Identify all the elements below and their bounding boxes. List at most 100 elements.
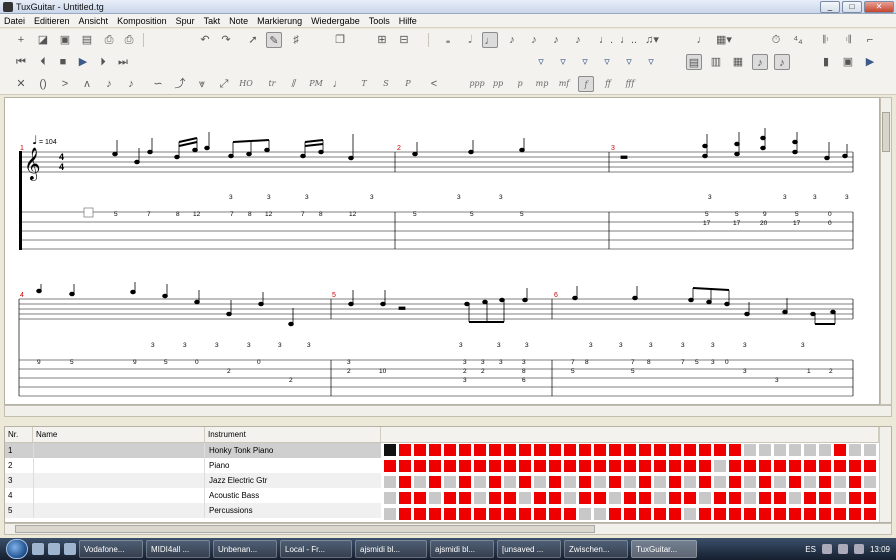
menu-ansicht[interactable]: Ansicht	[79, 16, 109, 26]
measure-cell[interactable]	[548, 491, 562, 505]
alternative-ending-icon[interactable]: ⌐	[862, 32, 878, 48]
velocity-f-icon[interactable]: ▿	[643, 54, 659, 70]
measure-cell[interactable]	[743, 475, 757, 489]
measure-cell[interactable]	[578, 443, 592, 457]
grace-note-icon[interactable]: ♪	[123, 76, 139, 92]
measure-cell[interactable]	[713, 491, 727, 505]
quick-launch-icon[interactable]	[48, 543, 60, 555]
measure-cell[interactable]	[743, 459, 757, 473]
measure-cell[interactable]	[728, 507, 742, 521]
measure-cell[interactable]	[863, 475, 877, 489]
measure-cell[interactable]	[443, 459, 457, 473]
measure-cell[interactable]	[848, 475, 862, 489]
dynamic-pp-button[interactable]: pp	[490, 76, 506, 92]
measure-cell[interactable]	[803, 443, 817, 457]
measure-cell[interactable]	[818, 443, 832, 457]
measure-cell[interactable]	[593, 475, 607, 489]
measure-cell[interactable]	[398, 459, 412, 473]
dynamic-p-button[interactable]: p	[512, 76, 528, 92]
measure-cell[interactable]	[623, 459, 637, 473]
measure-cell[interactable]	[788, 491, 802, 505]
measure-cell[interactable]	[863, 491, 877, 505]
harmonic-icon[interactable]: ♪	[101, 76, 117, 92]
measure-cell[interactable]	[863, 459, 877, 473]
stop-icon[interactable]: ■	[55, 54, 71, 70]
taskbar-item[interactable]: ajsmidi bl...	[355, 540, 427, 558]
save-icon[interactable]: ▣	[57, 32, 73, 48]
ghost-note-icon[interactable]: ()	[35, 76, 51, 92]
measure-cell[interactable]	[608, 507, 622, 521]
measure-cell[interactable]	[383, 491, 397, 505]
column-header-name[interactable]: Name	[33, 427, 205, 443]
accent-icon[interactable]: >	[57, 76, 73, 92]
dynamic-ppp-button[interactable]: ppp	[466, 76, 488, 92]
measure-cell[interactable]	[443, 491, 457, 505]
measure-cell[interactable]	[713, 507, 727, 521]
measure-cell[interactable]	[788, 443, 802, 457]
open-file-icon[interactable]: ◪	[35, 32, 51, 48]
measure-cell[interactable]	[533, 475, 547, 489]
dynamic-ff-button[interactable]: ff	[600, 76, 616, 92]
measure-cell[interactable]	[518, 443, 532, 457]
measure-cell[interactable]	[443, 443, 457, 457]
measure-cell[interactable]	[773, 459, 787, 473]
heavy-accent-icon[interactable]: ʌ	[79, 76, 95, 92]
bend-icon[interactable]: ⤴	[172, 76, 188, 92]
measure-cell[interactable]	[608, 475, 622, 489]
measure-cell[interactable]	[443, 475, 457, 489]
quarter-note-icon[interactable]: ♩	[482, 32, 498, 48]
menu-editieren[interactable]: Editieren	[34, 16, 70, 26]
score-vertical-scrollbar[interactable]	[880, 97, 892, 405]
measure-cell[interactable]	[473, 491, 487, 505]
next-measure-icon[interactable]: ⏵	[95, 54, 111, 70]
measure-cell[interactable]	[743, 507, 757, 521]
sixteenth-note-icon[interactable]: ♪	[526, 32, 542, 48]
measure-cell[interactable]	[428, 443, 442, 457]
language-indicator[interactable]: ES	[805, 545, 816, 554]
measure-cell[interactable]	[833, 475, 847, 489]
taskbar-item[interactable]: Local - Fr...	[280, 540, 352, 558]
dynamic-mf-button[interactable]: mf	[556, 76, 572, 92]
measure-cell[interactable]	[773, 443, 787, 457]
measure-cell[interactable]	[518, 475, 532, 489]
measure-cell[interactable]	[683, 491, 697, 505]
edit-pencil-icon[interactable]: ✎	[266, 32, 282, 48]
measure-cell[interactable]	[668, 491, 682, 505]
measure-cell[interactable]	[488, 443, 502, 457]
measure-cell[interactable]	[758, 443, 772, 457]
measure-cell[interactable]	[728, 475, 742, 489]
measure-cell[interactable]	[698, 491, 712, 505]
measure-cell[interactable]	[848, 459, 862, 473]
network-icon[interactable]	[837, 544, 848, 554]
measure-cell[interactable]	[803, 491, 817, 505]
measure-cell[interactable]	[848, 443, 862, 457]
measure-cell[interactable]	[608, 491, 622, 505]
measure-cell[interactable]	[608, 443, 622, 457]
measure-cell[interactable]	[698, 459, 712, 473]
measure-cell[interactable]	[698, 475, 712, 489]
velocity-pp-icon[interactable]: ▿	[555, 54, 571, 70]
measure-cell[interactable]	[818, 507, 832, 521]
measure-cell[interactable]	[608, 459, 622, 473]
first-measure-icon[interactable]: ⏮	[13, 54, 29, 70]
menu-takt[interactable]: Takt	[204, 16, 221, 26]
play-icon[interactable]: ▶	[75, 54, 91, 70]
measure-cell[interactable]	[698, 507, 712, 521]
measure-cell[interactable]	[668, 507, 682, 521]
print-icon[interactable]: ⎙	[101, 32, 117, 48]
double-dotted-note-icon[interactable]: ♩..	[620, 32, 637, 48]
measure-cell[interactable]	[593, 443, 607, 457]
track-row[interactable]: 5 Percussions	[5, 503, 381, 518]
undo-icon[interactable]: ↶	[197, 32, 213, 48]
measure-cell[interactable]	[818, 491, 832, 505]
measure-cell[interactable]	[488, 507, 502, 521]
eighth-note-icon[interactable]: ♪	[504, 32, 520, 48]
measure-cell[interactable]	[803, 459, 817, 473]
measure-cell[interactable]	[428, 475, 442, 489]
repeat-open-icon[interactable]: 𝄆	[818, 32, 834, 48]
save-as-icon[interactable]: ▤	[79, 32, 95, 48]
measure-cell[interactable]	[773, 475, 787, 489]
measure-cell[interactable]	[548, 507, 562, 521]
measure-cell[interactable]	[398, 475, 412, 489]
tablature-mode-icon[interactable]: ♯	[288, 32, 304, 48]
